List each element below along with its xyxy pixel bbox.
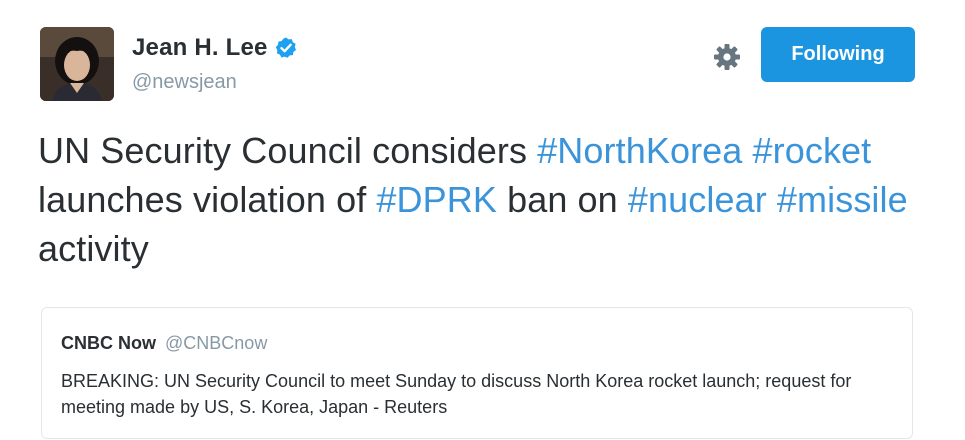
quoted-tweet-header: CNBC Now @CNBCnow [61,333,267,354]
hashtag-link[interactable]: #NorthKorea [537,130,742,171]
hashtag-link[interactable]: #missile [777,179,908,220]
tweet-text-segment: launches violation of [38,179,377,220]
author-handle[interactable]: @newsjean [132,71,237,94]
tweet-text-segment: activity [38,228,149,269]
tweet-text-segment: ban on [496,179,628,220]
hashtag-link[interactable]: #nuclear [628,179,767,220]
author-name-row: Jean H. Lee [132,34,298,62]
author-display-name[interactable]: Jean H. Lee [132,34,268,62]
hashtag-link[interactable]: #DPRK [376,179,497,220]
avatar[interactable] [40,27,114,101]
tweet-text: UN Security Council considers #NorthKore… [38,126,938,273]
tweet-text-segment: UN Security Council considers [38,130,538,171]
tweet-text-segment [742,130,752,171]
tweet-text-segment [767,179,777,220]
hashtag-link[interactable]: #rocket [753,130,872,171]
quoted-tweet-card[interactable]: CNBC Now @CNBCnow BREAKING: UN Security … [41,307,913,439]
quoted-tweet-text: BREAKING: UN Security Council to meet Su… [61,371,852,417]
quoted-author-name[interactable]: CNBC Now [61,333,156,353]
quoted-author-handle[interactable]: @CNBCnow [165,333,267,353]
gear-icon [714,44,740,70]
settings-button[interactable] [710,40,744,74]
following-button[interactable]: Following [761,27,915,82]
verified-badge-icon [274,36,298,60]
avatar-photo [40,27,114,101]
